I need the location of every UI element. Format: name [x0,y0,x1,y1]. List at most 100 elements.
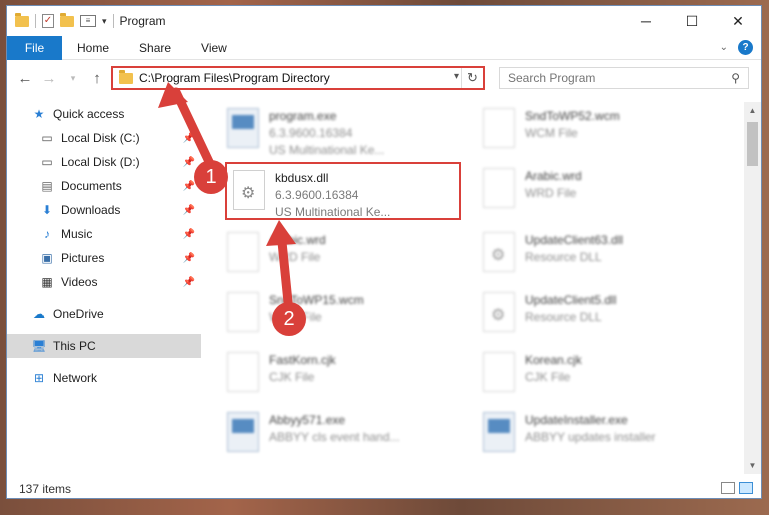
sidebar-item-quick-access[interactable]: ★ Quick access [7,102,201,126]
pin-icon[interactable]: 📌 [183,229,195,240]
navigation-bar: ← → ▾ ↑ C:\Program Files\Program Directo… [7,61,761,95]
music-icon: ♪ [44,227,50,241]
sidebar-item-local-disk-d[interactable]: ▭ Local Disk (D:) 📌 [7,150,201,174]
forward-arrow-icon[interactable]: → [37,70,61,87]
file-name: Abbyy571.exe [269,413,346,427]
sidebar-item-pictures[interactable]: ▣ Pictures 📌 [7,246,201,270]
file-type: CJK File [269,370,315,384]
videos-icon: ▦ [41,275,53,289]
search-icon[interactable]: ⚲ [731,71,740,85]
maximize-button[interactable]: ☐ [669,6,715,36]
file-icon [483,108,515,148]
close-button[interactable]: ✕ [715,6,761,36]
properties-check-icon[interactable]: ✓ [42,14,54,28]
file-tile-selected[interactable]: kbdusx.dll 6.3.9600.16384 US Multination… [225,162,461,220]
file-icon [483,168,515,208]
chevron-down-icon[interactable]: ▾ [102,16,107,27]
file-tile[interactable]: FastKorn.cjk CJK File [221,346,461,404]
sidebar-item-label: Network [53,371,98,385]
ribbon-tabs: File Home Share View ⌄ ? [7,35,761,60]
file-icon [227,292,259,332]
pin-icon[interactable]: 📌 [183,277,195,288]
sidebar-item-videos[interactable]: ▦ Videos 📌 [7,270,201,294]
sidebar-item-music[interactable]: ♪ Music 📌 [7,222,201,246]
search-input[interactable] [508,71,718,85]
sidebar-item-downloads[interactable]: ⬇ Downloads 📌 [7,198,201,222]
view-options-icon[interactable]: ≡ [80,15,96,27]
new-folder-icon[interactable] [60,12,74,27]
file-type: WRD File [525,186,577,200]
dll-file-icon [483,292,515,332]
scroll-thumb[interactable] [747,122,758,166]
file-name: kbdusx.dll [275,171,329,185]
tab-home[interactable]: Home [62,36,124,60]
dll-file-icon [233,170,265,210]
sidebar-item-local-disk-c[interactable]: ▭ Local Disk (C:) 📌 [7,126,201,150]
pin-icon[interactable]: 📌 [183,181,195,192]
file-tile[interactable]: UpdateClient63.dll Resource DLL [477,226,717,284]
refresh-icon[interactable]: ↻ [461,68,483,88]
drive-icon: ▭ [41,131,53,145]
file-tile[interactable]: SndToWP52.wcm WCM File [477,102,717,160]
sidebar-item-onedrive[interactable]: ☁ OneDrive [7,302,201,326]
details-view-icon[interactable] [721,482,735,494]
file-name: SndToWP52.wcm [525,109,620,123]
file-name: Arabic.wrd [525,169,582,183]
window-controls: ─ ☐ ✕ [623,6,761,36]
back-arrow-icon[interactable]: ← [13,70,37,87]
file-tile[interactable]: UpdateClient5.dll Resource DLL [477,286,717,344]
status-bar: 137 items [7,478,761,498]
tiles-view-icon[interactable] [739,482,753,494]
file-tile[interactable]: UpdateInstaller.exe ABBYY updates instal… [477,406,717,464]
scroll-down-icon[interactable]: ▼ [744,457,761,474]
file-type: CJK File [525,370,571,384]
file-tile[interactable]: Korean.cjk CJK File [477,346,717,404]
sidebar-item-label: Quick access [53,107,125,121]
chevron-down-icon[interactable]: ▾ [454,71,459,82]
star-icon: ★ [33,107,45,121]
file-tile[interactable]: Abbyy571.exe ABBYY cls event hand... [221,406,461,464]
file-type: Resource DLL [525,250,602,264]
file-tile[interactable]: program.exe 6.3.9600.16384 US Multinatio… [221,102,461,160]
file-tile[interactable]: Arabic.wrd WRD File [221,226,461,284]
file-name: Arabic.wrd [269,233,326,247]
ribbon-right-controls: ⌄ ? [720,40,753,55]
address-path[interactable]: C:\Program Files\Program Directory [139,71,330,85]
sidebar-item-label: Documents [61,179,122,193]
tab-share[interactable]: Share [124,36,186,60]
sidebar-item-documents[interactable]: ▤ Documents 📌 [7,174,201,198]
pin-icon[interactable]: 📌 [183,133,195,144]
view-toggle [721,482,753,494]
sidebar-item-network[interactable]: ⊞ Network [7,366,201,390]
title-bar: ✓ ≡ ▾ Program ─ ☐ ✕ [7,6,761,36]
file-type: WRD File [269,250,321,264]
recent-locations-chevron-icon[interactable]: ▾ [61,73,85,84]
pin-icon[interactable]: 📌 [183,253,195,264]
file-description: US Multinational Ke... [275,205,391,219]
file-icon [483,352,515,392]
expand-ribbon-icon[interactable]: ⌄ [720,42,728,53]
exe-file-icon [227,108,259,148]
search-box[interactable]: ⚲ [499,67,749,89]
pin-icon[interactable]: 📌 [183,205,195,216]
address-bar[interactable]: C:\Program Files\Program Directory ▾ ↻ [111,66,485,90]
sidebar-item-label: Downloads [61,203,121,217]
help-icon[interactable]: ? [738,40,753,55]
pin-icon[interactable]: 📌 [183,157,195,168]
sidebar-item-label: This PC [53,339,96,353]
minimize-button[interactable]: ─ [623,6,669,36]
tab-file[interactable]: File [7,35,62,60]
file-tile[interactable]: Arabic.wrd WRD File [477,162,717,220]
file-name: UpdateClient5.dll [525,293,617,307]
up-arrow-icon[interactable]: ↑ [85,70,109,87]
file-name: UpdateInstaller.exe [525,413,628,427]
file-type: ABBYY cls event hand... [269,430,400,444]
file-list: program.exe 6.3.9600.16384 US Multinatio… [221,102,741,474]
sidebar-item-label: OneDrive [53,307,104,321]
navigation-pane: ★ Quick access ▭ Local Disk (C:) 📌 ▭ Loc… [7,102,201,474]
vertical-scrollbar[interactable]: ▲ ▼ [744,102,761,474]
file-tile[interactable]: SndToWP15.wcm WCM File [221,286,461,344]
scroll-up-icon[interactable]: ▲ [744,102,761,119]
sidebar-item-this-pc[interactable]: 🖥 This PC [7,334,201,358]
tab-view[interactable]: View [186,36,242,60]
